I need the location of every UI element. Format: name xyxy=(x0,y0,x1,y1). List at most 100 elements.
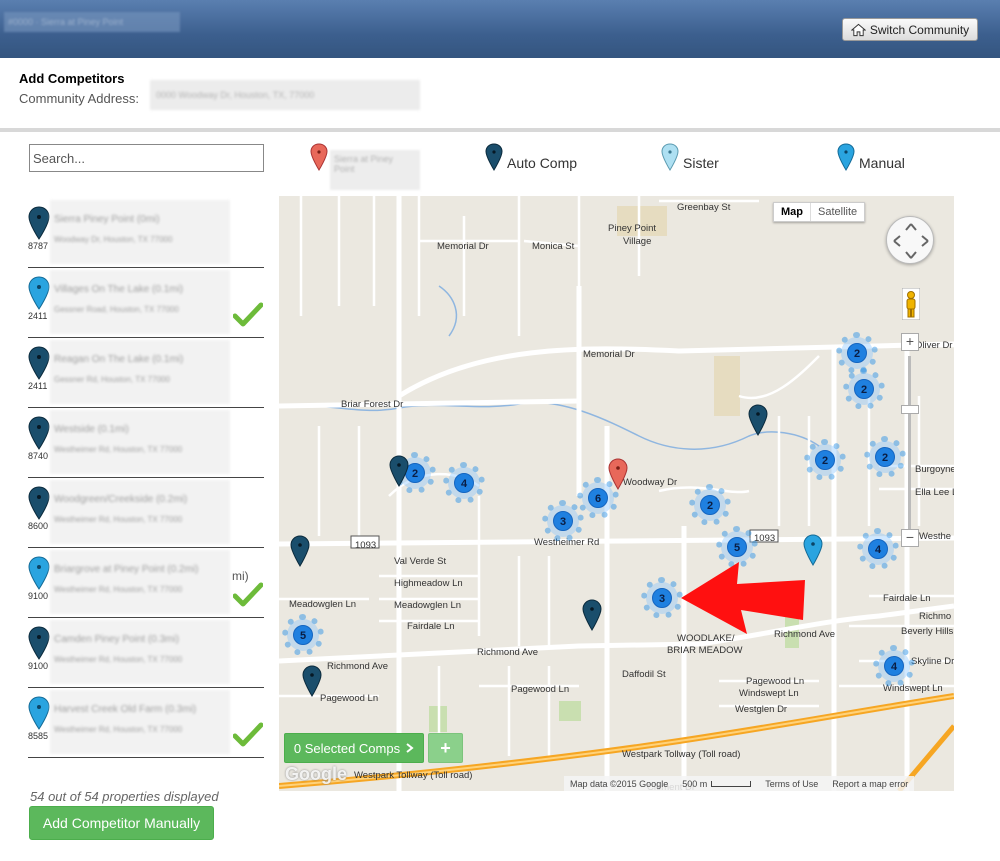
pan-control[interactable] xyxy=(886,216,934,264)
map-street-label: Meadowglen Ln xyxy=(289,599,357,610)
marker-cluster[interactable]: 4 xyxy=(873,645,915,687)
switch-community-button[interactable]: Switch Community xyxy=(842,18,978,41)
marker-cluster[interactable]: 2 xyxy=(689,484,731,526)
auto-comp-map-pin[interactable] xyxy=(389,455,409,487)
report-map-error-link[interactable]: Report a map error xyxy=(832,779,908,789)
add-selected-button[interactable]: + xyxy=(428,733,463,763)
properties-count: 54 out of 54 properties displayed xyxy=(30,789,219,804)
checkmark-icon[interactable] xyxy=(233,302,263,328)
competitor-name: Reagan On The Lake (0.1mi) xyxy=(54,354,184,365)
map-type-map-button[interactable]: Map xyxy=(774,203,810,221)
competitor-row[interactable]: 2411 Villages On The Lake (0.1mi) Gessner … xyxy=(28,268,264,338)
community-address-value: 0000 Woodway Dr, Houston, TX, 77000 xyxy=(150,80,420,110)
competitor-row[interactable]: 8740 Westside (0.1mi) Westheimer Rd, Houst… xyxy=(28,408,264,478)
competitor-list: 8787 Sierra Piney Point (0mi) Woodway Dr, … xyxy=(28,198,264,758)
competitor-details: Villages On The Lake (0.1mi) Gessner Road… xyxy=(50,270,230,334)
competitor-id: 9100 xyxy=(28,661,49,671)
community-pin-icon xyxy=(310,143,328,171)
auto-comp-pin-icon xyxy=(28,206,50,240)
cluster-count: 6 xyxy=(588,488,608,508)
map-street-label: Pagewood Ln xyxy=(511,684,570,695)
selected-comps-button[interactable]: 0 Selected Comps xyxy=(284,733,424,763)
auto-comp-map-pin[interactable] xyxy=(290,535,310,567)
marker-cluster[interactable]: 3 xyxy=(641,577,683,619)
competitor-id: 8740 xyxy=(28,451,49,461)
map-street-label: 1093 xyxy=(355,540,377,551)
map-street-label: Fairdale Ln xyxy=(407,621,455,632)
competitor-row[interactable]: 8600 Woodgreen/Creekside (0.2mi) Westheime… xyxy=(28,478,264,548)
marker-cluster[interactable]: 2 xyxy=(843,368,885,410)
map-data-credit: Map data ©2015 Google xyxy=(570,778,669,789)
add-competitor-manually-button[interactable]: Add Competitor Manually xyxy=(29,806,214,840)
map-street-label: Greenbay St xyxy=(677,202,731,213)
community-map-pin[interactable] xyxy=(608,458,628,490)
competitor-details: Westside (0.1mi) Westheimer Rd, Houston, … xyxy=(50,410,230,474)
map-street-label: Oliver Dr xyxy=(915,340,953,351)
map-street-label: Memorial Dr xyxy=(583,349,635,360)
pan-arrows-icon xyxy=(893,223,929,259)
legend-sister: Sister xyxy=(661,143,719,171)
competitor-details: Briargrove at Piney Point (0.2mi) Westhei… xyxy=(50,550,230,614)
auto-comp-map-pin[interactable] xyxy=(582,599,602,631)
marker-cluster[interactable]: 2 xyxy=(804,439,846,481)
legend-sister-label: Sister xyxy=(683,155,719,171)
competitor-details: Reagan On The Lake (0.1mi) Gessner Rd, Ho… xyxy=(50,340,230,404)
auto-comp-pin-icon xyxy=(485,143,503,171)
competitor-name: Harvest Creek Old Farm (0.3mi) xyxy=(54,704,197,715)
auto-comp-map-pin[interactable] xyxy=(748,404,768,436)
map-street-label: Westpark Tollway (Toll road) xyxy=(354,770,473,781)
checkmark-icon[interactable] xyxy=(233,722,263,748)
competitor-id: 2411 xyxy=(28,381,48,391)
search-input[interactable] xyxy=(29,144,264,172)
competitor-row[interactable]: 9100 Camden Piney Point (0.3mi) Westheimer… xyxy=(28,618,264,688)
map-type-control[interactable]: Map Satellite xyxy=(773,202,866,222)
map-street-label: Village xyxy=(623,236,652,247)
cluster-count: 2 xyxy=(847,343,867,363)
cluster-count: 2 xyxy=(875,447,895,467)
marker-cluster[interactable]: 2 xyxy=(864,436,906,478)
cluster-count: 4 xyxy=(884,656,904,676)
marker-cluster[interactable]: 5 xyxy=(282,614,324,656)
map-street-label: Memorial Dr xyxy=(437,241,489,252)
competitor-name: Villages On The Lake (0.1mi) xyxy=(54,284,184,295)
map-street-label: Beverly Hills xyxy=(901,626,954,637)
marker-cluster[interactable]: 3 xyxy=(542,500,584,542)
map-street-label: Pagewood Ln xyxy=(320,693,379,704)
legend-auto-comp-label: Auto Comp xyxy=(507,155,578,171)
competitor-row[interactable]: 8787 Sierra Piney Point (0mi) Woodway Dr, … xyxy=(28,198,264,268)
auto-comp-pin-icon xyxy=(28,416,50,450)
zoom-in-button[interactable]: + xyxy=(901,333,919,351)
competitor-row[interactable]: 2411 Reagan On The Lake (0.1mi) Gessner Rd… xyxy=(28,338,264,408)
competitor-row[interactable]: 8585 Harvest Creek Old Farm (0.3mi) Westhe… xyxy=(28,688,264,758)
terms-of-use-link[interactable]: Terms of Use xyxy=(765,779,818,789)
map-street-label: Monica St xyxy=(532,241,575,252)
zoom-slider-handle[interactable] xyxy=(901,405,919,414)
google-logo: Google xyxy=(285,764,347,784)
competitor-address: Gessner Road, Houston, TX 77000 xyxy=(54,305,179,314)
marker-cluster[interactable]: 4 xyxy=(443,462,485,504)
marker-cluster[interactable]: 4 xyxy=(857,528,899,570)
top-bar: #0000 · Sierra at Piney Point Switch Com… xyxy=(0,0,1000,58)
page-header: Add Competitors Community Address: 0000 … xyxy=(0,58,1000,128)
map-street-label: Piney Point xyxy=(608,223,657,234)
zoom-slider-track[interactable] xyxy=(908,356,911,536)
competitor-id: 8585 xyxy=(28,731,49,741)
legend-community xyxy=(310,143,328,171)
competitor-row[interactable]: 9100 Briargrove at Piney Point (0.2mi) Wes… xyxy=(28,548,264,618)
competitor-name: Westside (0.1mi) xyxy=(54,424,129,435)
manual-pin-icon xyxy=(837,143,855,171)
competitor-address: Westheimer Rd, Houston, TX 77000 xyxy=(54,445,183,454)
pegman-icon[interactable] xyxy=(902,288,920,320)
zoom-out-button[interactable]: − xyxy=(901,529,919,547)
checkmark-icon[interactable] xyxy=(233,582,263,608)
map-street-label: Skyline Dr xyxy=(911,656,954,667)
map-type-satellite-button[interactable]: Satellite xyxy=(810,203,864,221)
map-street-label: Richmond Ave xyxy=(477,647,539,658)
auto-comp-map-pin[interactable] xyxy=(302,665,322,697)
map-street-label: Windswept Ln xyxy=(739,688,799,699)
competitor-address: Westheimer Rd, Houston, TX 77000 xyxy=(54,725,183,734)
map[interactable]: Greenbay St Piney Point Village Memorial Dr… xyxy=(279,196,954,791)
map-scale: 500 m xyxy=(682,779,752,789)
switch-community-label: Switch Community xyxy=(869,22,970,37)
cluster-count: 3 xyxy=(652,588,672,608)
